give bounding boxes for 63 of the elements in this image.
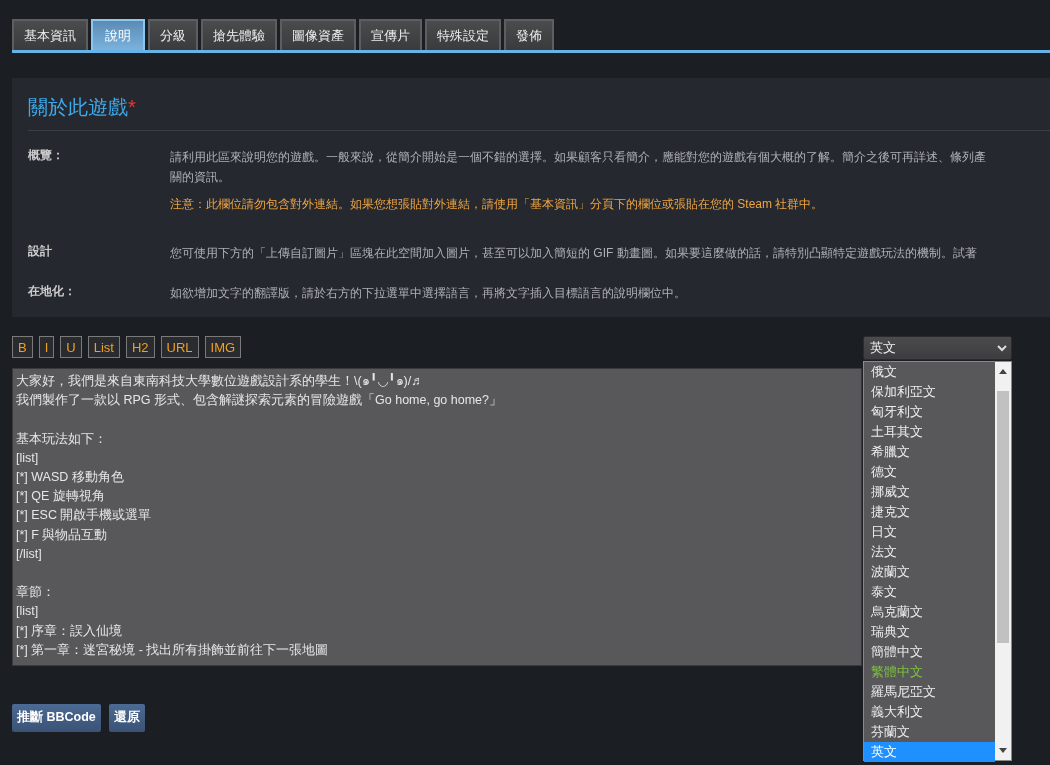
language-option[interactable]: 土耳其文 (864, 422, 995, 442)
editor-line: 基本玩法如下： (16, 430, 108, 448)
scrollbar[interactable] (995, 362, 1011, 760)
editor-line: [list] (16, 603, 40, 621)
language-option[interactable]: 羅馬尼亞文 (864, 682, 995, 702)
language-dropdown[interactable]: 英文 (863, 336, 1012, 360)
scroll-up-icon[interactable] (999, 369, 1007, 374)
description-text: 您可使用下方的「上傳自訂圖片」區塊在此空間加入圖片，甚至可以加入簡短的 GIF 動畫圖。如果要這麼做的話，請特別凸顯特定遊戲玩法的機制。試著 (170, 245, 978, 262)
scroll-down-icon[interactable] (999, 748, 1007, 753)
format-button[interactable]: B (12, 336, 33, 358)
format-button[interactable]: H2 (125, 336, 155, 358)
action-button[interactable]: 推斷 BBCode (12, 704, 101, 732)
language-option[interactable]: 德文 (864, 462, 995, 482)
language-option[interactable]: 捷克文 (864, 502, 995, 522)
language-option[interactable]: 日文 (864, 522, 995, 542)
language-option[interactable]: 挪威文 (864, 482, 995, 502)
editor-line: [*] F 與物品互動 (16, 526, 109, 544)
tab[interactable]: 發佈 (504, 19, 554, 50)
editor-line: [*] 序章：誤入仙境 (16, 622, 124, 640)
language-option[interactable]: 保加利亞文 (864, 382, 995, 402)
editor-line: [*] WASD 移動角色 (16, 469, 125, 486)
editor-line: [*] 第一章：迷宮秘境 - 找出所有掛飾並前往下一張地圖 (16, 641, 330, 659)
format-button[interactable]: List (87, 336, 120, 358)
language-option[interactable]: 繁體中文 (864, 662, 995, 682)
section-title: 關於此遊戲* (28, 86, 1050, 131)
tab[interactable]: 分級 (148, 19, 198, 50)
language-option[interactable]: 芬蘭文 (864, 722, 995, 742)
language-option[interactable]: 義大利文 (864, 702, 995, 722)
tab[interactable]: 宣傳片 (359, 19, 422, 50)
editor-line: [*] ESC 開啟手機或選單 (16, 507, 153, 525)
format-button[interactable]: U (60, 336, 82, 358)
language-option[interactable]: 瑞典文 (864, 622, 995, 642)
chevron-icon (997, 344, 1007, 352)
editor-line: 章節： (16, 584, 56, 602)
tab[interactable]: 圖像資產 (280, 19, 356, 50)
field-label: 設計 (28, 243, 53, 260)
field-label: 概覽： (28, 147, 65, 164)
description-text: 如欲增加文字的翻譯版，請於右方的下拉選單中選擇語言，再將文字插入目標語言的說明欄位中。 (170, 285, 687, 302)
required-mark: * (128, 96, 136, 118)
language-option[interactable]: 法文 (864, 542, 995, 562)
description-editor[interactable] (12, 368, 862, 666)
language-option[interactable]: 簡體中文 (864, 642, 995, 662)
action-button[interactable]: 還原 (108, 704, 145, 732)
field-label: 在地化： (28, 283, 77, 300)
tab[interactable]: 基本資訊 (12, 19, 88, 50)
language-option[interactable]: 烏克蘭文 (864, 602, 995, 622)
description-text: 請利用此區來說明您的遊戲。一般來說，從簡介開始是一個不錯的選擇。如果顧客只看簡介，應能對您的遊戲有個大概的了解。簡介之後可再詳述、條列產 關的資訊。 (170, 149, 987, 186)
editor-line: [list] (16, 449, 40, 467)
tab[interactable]: 特殊設定 (425, 19, 501, 50)
notice-text: 注意：此欄位請勿包含對外連結。如果您想張貼對外連結，請使用「基本資訊」分頁下的欄位或張貼在您的 Steam 社群中。 (170, 196, 825, 213)
language-option[interactable]: 匈牙利文 (864, 402, 995, 422)
language-option[interactable]: 俄文 (864, 362, 995, 382)
editor-line: 大家好，我們是來自東南科技大學數位遊戲設計系的學生！\(๑╹◡╹๑)/♬ (16, 372, 425, 390)
format-button[interactable]: IMG (204, 336, 242, 358)
format-button[interactable]: URL (160, 336, 199, 358)
language-option[interactable]: 泰文 (864, 582, 995, 602)
language-option[interactable]: 波蘭文 (864, 562, 995, 582)
editor-line: [/list] (16, 545, 43, 563)
editor-line: 我們製作了一款以 RPG 形式、包含解謎探索元素的冒險遊戲「Go home, go home?」 (16, 392, 503, 410)
language-option[interactable]: 希臘文 (864, 442, 995, 462)
editor-line: [*] QE 旋轉視角 (16, 488, 106, 506)
tab[interactable]: 搶先體驗 (201, 19, 277, 50)
format-button[interactable]: I (38, 336, 55, 358)
